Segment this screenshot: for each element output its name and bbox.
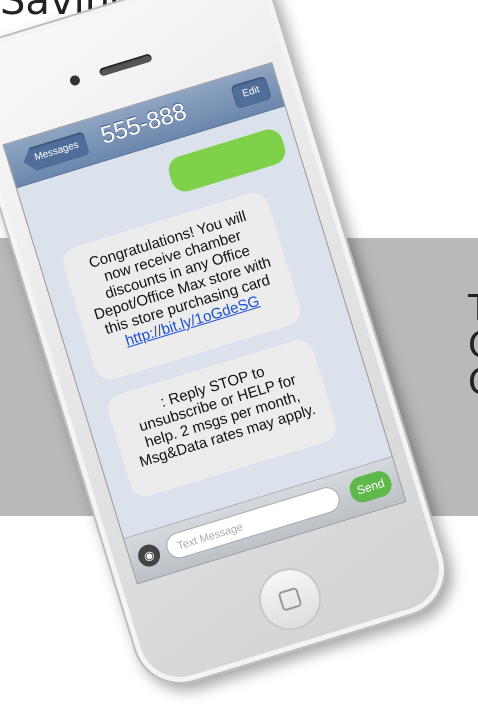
text-message-input[interactable]: Text Message bbox=[163, 483, 343, 562]
band-letter: C bbox=[468, 364, 478, 401]
home-button[interactable] bbox=[251, 560, 329, 638]
band-letter: C bbox=[468, 327, 478, 364]
band-text: T C C bbox=[468, 290, 478, 401]
front-camera bbox=[68, 74, 82, 87]
band-letter: T bbox=[468, 290, 478, 327]
home-square-icon bbox=[277, 586, 303, 612]
message-text: : Reply STOP to unsubscribe or HELP for … bbox=[137, 363, 318, 471]
camera-icon[interactable]: ◉ bbox=[135, 541, 163, 570]
speaker-grill bbox=[98, 53, 153, 77]
send-button[interactable]: Send bbox=[346, 468, 395, 506]
